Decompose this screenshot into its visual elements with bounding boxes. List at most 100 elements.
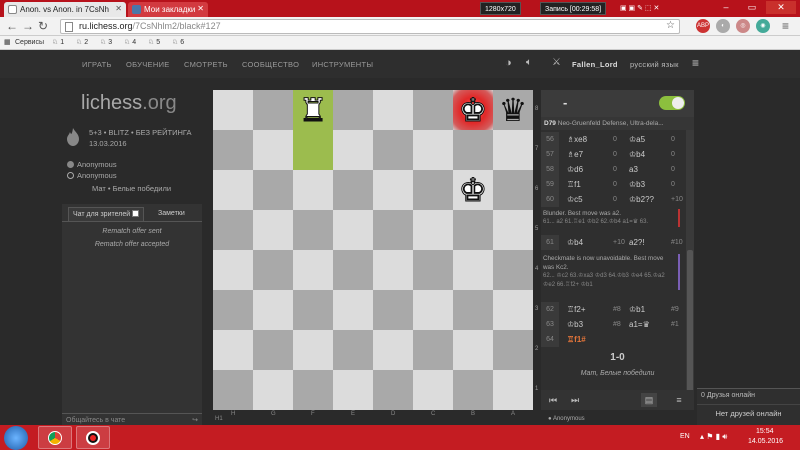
square-c1[interactable] (413, 370, 453, 410)
square-d5[interactable] (373, 210, 413, 250)
back-icon[interactable]: ← (6, 19, 18, 33)
white-rook-icon[interactable]: ♜ (293, 90, 333, 130)
nav-learn[interactable]: ОБУЧЕНИЕ (126, 60, 170, 69)
first-move-icon[interactable]: ⏮ (545, 393, 561, 407)
square-b5[interactable] (453, 210, 493, 250)
nav-watch[interactable]: СМОТРЕТЬ (184, 60, 228, 69)
recorder-taskbar-icon[interactable] (76, 426, 110, 449)
square-f7[interactable] (293, 130, 333, 170)
language-selector[interactable]: русский язык (630, 60, 679, 69)
nav-community[interactable]: СООБЩЕСТВО (242, 60, 299, 69)
square-b1[interactable] (453, 370, 493, 410)
square-d6[interactable] (373, 170, 413, 210)
bookmark-item[interactable]: ♘ 6 (172, 38, 184, 48)
maximize-icon[interactable]: ▭ (740, 1, 764, 14)
bookmark-item[interactable]: ♘ 4 (124, 38, 136, 48)
square-h7[interactable] (213, 130, 253, 170)
board-editor-icon[interactable]: ▤ (641, 393, 657, 407)
username[interactable]: Fallen_Lord (572, 60, 618, 69)
square-c8[interactable] (413, 90, 453, 130)
square-a1[interactable] (493, 370, 533, 410)
square-h1[interactable] (213, 370, 253, 410)
square-c6[interactable] (413, 170, 453, 210)
bookmark-services[interactable]: Сервисы (15, 38, 44, 48)
square-g5[interactable] (253, 210, 293, 250)
square-c3[interactable] (413, 290, 453, 330)
square-d4[interactable] (373, 250, 413, 290)
move-row[interactable]: 61 ♔b4 +10 a2?! #10 (541, 235, 694, 250)
nav-play[interactable]: ИГРАТЬ (82, 60, 112, 69)
square-f2[interactable] (293, 330, 333, 370)
reload-icon[interactable]: ↻ (38, 19, 48, 33)
square-g1[interactable] (253, 370, 293, 410)
apps-icon[interactable]: ▦ (4, 38, 11, 48)
star-icon[interactable]: ☆ (666, 19, 675, 33)
bookmark-item[interactable]: ♘ 5 (148, 38, 160, 48)
square-g2[interactable] (253, 330, 293, 370)
chat-checkbox[interactable] (132, 210, 140, 217)
bookmark-item[interactable]: ♘ 2 (76, 38, 88, 48)
move-row[interactable]: 57 ♗e7 0 ♔b4 0 (541, 147, 694, 162)
move-row[interactable]: 64 ♖f1# (541, 332, 694, 347)
square-f6[interactable] (293, 170, 333, 210)
square-c2[interactable] (413, 330, 453, 370)
square-b3[interactable] (453, 290, 493, 330)
square-h2[interactable] (213, 330, 253, 370)
square-a5[interactable] (493, 210, 533, 250)
extension-icon[interactable]: ◉ (756, 19, 770, 33)
tab-notes[interactable]: Заметки (154, 207, 189, 221)
player-white[interactable]: Anonymous (67, 160, 117, 169)
square-f1[interactable] (293, 370, 333, 410)
chrome-taskbar-icon[interactable] (38, 426, 72, 449)
adblock-icon[interactable]: ABP (696, 19, 710, 33)
square-d2[interactable] (373, 330, 413, 370)
clock-date[interactable]: 14.05.2016 (748, 438, 783, 445)
square-e8[interactable] (333, 90, 373, 130)
player-black[interactable]: Anonymous (67, 171, 117, 180)
square-h8[interactable] (213, 90, 253, 130)
analysis-toggle[interactable] (659, 96, 685, 110)
square-d8[interactable] (373, 90, 413, 130)
square-e3[interactable] (333, 290, 373, 330)
move-row[interactable]: 58 ♔d6 0 a3 0 (541, 162, 694, 177)
white-king-icon[interactable]: ♚ (453, 170, 493, 210)
bottom-player[interactable]: ● Anonymous (548, 416, 585, 422)
start-button-icon[interactable] (4, 426, 28, 450)
tab-lichess-game[interactable]: Anon. vs Anon. in 7CsNh ✕ (4, 2, 126, 17)
friends-box[interactable]: 0 Друзья онлайн Нет друзей онлайн (697, 388, 800, 425)
square-c5[interactable] (413, 210, 453, 250)
square-a6[interactable] (493, 170, 533, 210)
site-logo[interactable]: lichess.org (81, 92, 177, 115)
square-g3[interactable] (253, 290, 293, 330)
square-f3[interactable] (293, 290, 333, 330)
swords-icon[interactable]: ⚔ (552, 57, 561, 68)
bookmark-item[interactable]: ♘ 1 (52, 38, 64, 48)
square-b7[interactable] (453, 130, 493, 170)
square-d1[interactable] (373, 370, 413, 410)
extension-icon[interactable]: ◎ (736, 19, 750, 33)
square-h4[interactable] (213, 250, 253, 290)
nav-tools[interactable]: ИНСТРУМЕНТЫ (312, 60, 373, 69)
prev-move-icon[interactable]: ⏭ (567, 393, 583, 407)
close-tab-icon[interactable]: ✕ (197, 4, 204, 13)
square-e2[interactable] (333, 330, 373, 370)
theme-icon[interactable]: ◑ (505, 57, 512, 69)
square-e5[interactable] (333, 210, 373, 250)
square-a2[interactable] (493, 330, 533, 370)
recorder-controls-icon[interactable]: ▣ ▣ ✎ ⬚ ✕ (620, 2, 659, 15)
extension-icon[interactable]: ◐ (716, 19, 730, 33)
move-row[interactable]: 63 ♔b3 #8 a1=♛ #1 (541, 317, 694, 332)
square-c4[interactable] (413, 250, 453, 290)
square-e1[interactable] (333, 370, 373, 410)
square-d7[interactable] (373, 130, 413, 170)
square-e4[interactable] (333, 250, 373, 290)
tray-icons[interactable]: ▴ ⚑ ▮ 🔊︎ (700, 432, 727, 442)
send-icon[interactable]: ↪ (192, 416, 198, 424)
menu-icon[interactable]: ≡ (671, 393, 687, 407)
sound-icon[interactable]: 🔈︎ (526, 57, 532, 68)
square-d3[interactable] (373, 290, 413, 330)
square-e7[interactable] (333, 130, 373, 170)
square-f4[interactable] (293, 250, 333, 290)
square-g8[interactable] (253, 90, 293, 130)
minimize-icon[interactable]: – (714, 1, 738, 14)
